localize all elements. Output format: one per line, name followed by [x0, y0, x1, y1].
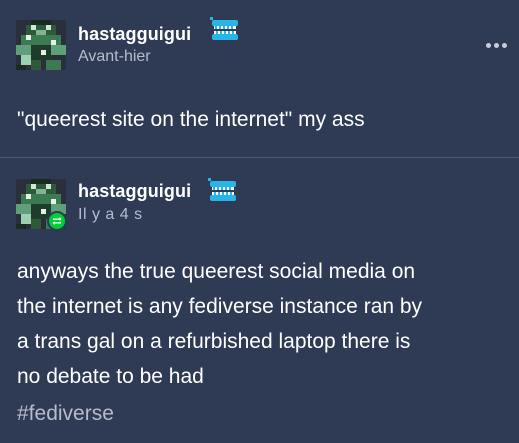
- more-options-button[interactable]: [484, 38, 508, 52]
- teeth-badge-icon: [210, 17, 238, 40]
- timestamp[interactable]: Avant-hier: [78, 48, 151, 66]
- username[interactable]: hastagguigui: [78, 24, 191, 45]
- avatar[interactable]: [16, 20, 66, 70]
- post-tag[interactable]: #fediverse: [17, 402, 114, 426]
- username[interactable]: hastagguigui: [78, 181, 191, 202]
- post-body-line: a trans gal on a refurbished laptop ther…: [17, 330, 411, 353]
- reblog-icon: [52, 217, 62, 225]
- post-body-line: the internet is any fediverse instance r…: [17, 295, 423, 318]
- post-1: hastagguigui Avant-hier "queerest site o…: [0, 0, 519, 157]
- teeth-badge-icon: [208, 178, 236, 201]
- timestamp[interactable]: Il y a 4 s: [78, 206, 143, 224]
- post-body: "queerest site on the internet" my ass: [17, 108, 365, 131]
- reblog-badge: [47, 211, 67, 231]
- pixel-art-avatar-icon: [16, 20, 66, 70]
- post-body-line: no debate to be had: [17, 365, 204, 388]
- post-body: anyways the true queerest social media o…: [17, 254, 502, 394]
- post-body-line: anyways the true queerest social media o…: [17, 260, 416, 283]
- more-options-icon: [485, 42, 491, 48]
- post-2: hastagguigui Il y a 4 s anyways the true…: [0, 158, 519, 443]
